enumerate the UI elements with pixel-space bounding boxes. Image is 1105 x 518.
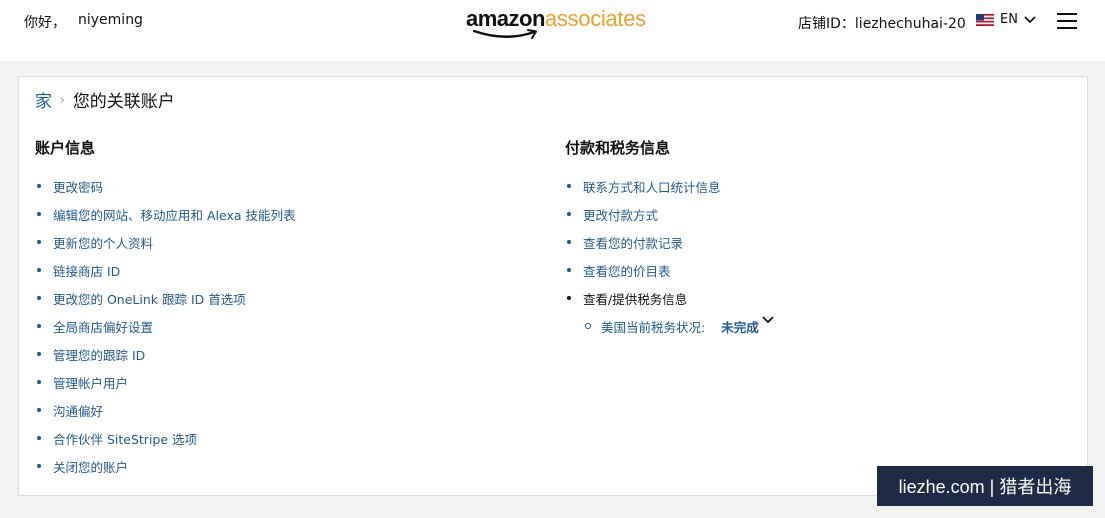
manage-account-users-link[interactable]: 管理帐户用户 (53, 373, 128, 392)
bullet (37, 184, 41, 188)
list-item: 全局商店偏好设置 (35, 312, 296, 340)
list-item: 关闭您的账户 (35, 452, 296, 480)
language-label: EN (1000, 12, 1018, 27)
bullet (567, 184, 571, 188)
close-account-link[interactable]: 关闭您的账户 (53, 457, 128, 476)
list-item: 更改您的 OneLink 跟踪 ID 首选项 (35, 284, 296, 312)
bullet (37, 436, 41, 440)
bullet (567, 296, 571, 300)
list-item: 更新您的个人资料 (35, 228, 296, 256)
page-title: 您的关联账户 (72, 92, 175, 112)
tax-info-item: 查看/提供税务信息 (583, 291, 688, 307)
onelink-preferences-link[interactable]: 更改您的 OneLink 跟踪 ID 首选项 (53, 289, 246, 308)
hamburger-menu-icon[interactable] (1057, 13, 1077, 31)
link-store-id-link[interactable]: 链接商店 ID (53, 261, 120, 280)
tax-status-value[interactable]: 未完成 (721, 317, 759, 336)
list-item: 查看您的付款记录 (565, 228, 775, 256)
breadcrumb-separator: › (60, 92, 65, 107)
list-item: 编辑您的网站、移动应用和 Alexa 技能列表 (35, 200, 296, 228)
edit-websites-link[interactable]: 编辑您的网站、移动应用和 Alexa 技能列表 (53, 205, 296, 224)
amazon-associates-logo[interactable]: amazon associates (466, 6, 646, 40)
username: niyeming (78, 12, 143, 28)
bullet (37, 212, 41, 216)
top-header: 你好， niyeming amazon associates 店铺ID：liez… (0, 0, 1105, 61)
tax-status-label: 美国当前税务状况: (601, 319, 706, 335)
list-item: 合作伙伴 SiteStripe 选项 (35, 424, 296, 452)
bullet (37, 240, 41, 244)
change-payment-method-link[interactable]: 更改付款方式 (583, 205, 658, 224)
tax-status-row: 美国当前税务状况: 未完成 (565, 312, 775, 340)
greeting-text: 你好， (24, 15, 66, 31)
list-item: 更改密码 (35, 172, 296, 200)
watermark-badge: liezhe.com | 猎者出海 (877, 466, 1093, 506)
sub-bullet (585, 323, 591, 329)
bullet (37, 380, 41, 384)
bullet (567, 268, 571, 272)
bullet (567, 240, 571, 244)
breadcrumb-home-link[interactable]: 家 (35, 87, 52, 112)
amazon-smile-icon (472, 29, 537, 39)
language-selector[interactable]: EN (976, 12, 1036, 27)
payment-tax-section: 付款和税务信息 联系方式和人口统计信息 更改付款方式 查看您的付款记录 查看您的… (565, 137, 775, 340)
global-store-settings-link[interactable]: 全局商店偏好设置 (53, 317, 153, 336)
list-item: 链接商店 ID (35, 256, 296, 284)
change-password-link[interactable]: 更改密码 (53, 177, 103, 196)
price-list-link[interactable]: 查看您的价目表 (583, 261, 671, 280)
update-profile-link[interactable]: 更新您的个人资料 (53, 233, 153, 252)
manage-tracking-id-link[interactable]: 管理您的跟踪 ID (53, 345, 145, 364)
chevron-down-icon[interactable] (761, 315, 775, 325)
list-item: 查看您的价目表 (565, 256, 775, 284)
bullet (37, 296, 41, 300)
list-item: 更改付款方式 (565, 200, 775, 228)
bullet (37, 324, 41, 328)
bullet (37, 352, 41, 356)
bullet (567, 212, 571, 216)
bullet (37, 408, 41, 412)
list-item: 管理帐户用户 (35, 368, 296, 396)
list-item: 联系方式和人口统计信息 (565, 172, 775, 200)
list-item: 查看/提供税务信息 (565, 284, 775, 312)
main-panel: 家 › 您的关联账户 账户信息 更改密码 编辑您的网站、移动应用和 Alexa … (18, 76, 1088, 496)
payment-tax-title: 付款和税务信息 (565, 139, 671, 157)
sitestripe-options-link[interactable]: 合作伙伴 SiteStripe 选项 (53, 429, 197, 448)
bullet (37, 268, 41, 272)
list-item: 管理您的跟踪 ID (35, 340, 296, 368)
chevron-down-icon (1024, 15, 1036, 23)
us-flag-icon (976, 13, 994, 26)
communication-preferences-link[interactable]: 沟通偏好 (53, 401, 103, 420)
account-info-title: 账户信息 (35, 139, 96, 157)
store-id: 店铺ID：liezhechuhai-20 (798, 16, 966, 32)
list-item: 沟通偏好 (35, 396, 296, 424)
bullet (37, 464, 41, 468)
breadcrumb: 家 › 您的关联账户 (35, 87, 175, 112)
logo-associates-text: associates (544, 6, 646, 31)
greeting: 你好， niyeming (24, 12, 143, 32)
payment-history-link[interactable]: 查看您的付款记录 (583, 233, 683, 252)
account-info-section: 账户信息 更改密码 编辑您的网站、移动应用和 Alexa 技能列表 更新您的个人… (35, 137, 296, 480)
contact-demographics-link[interactable]: 联系方式和人口统计信息 (583, 177, 721, 196)
